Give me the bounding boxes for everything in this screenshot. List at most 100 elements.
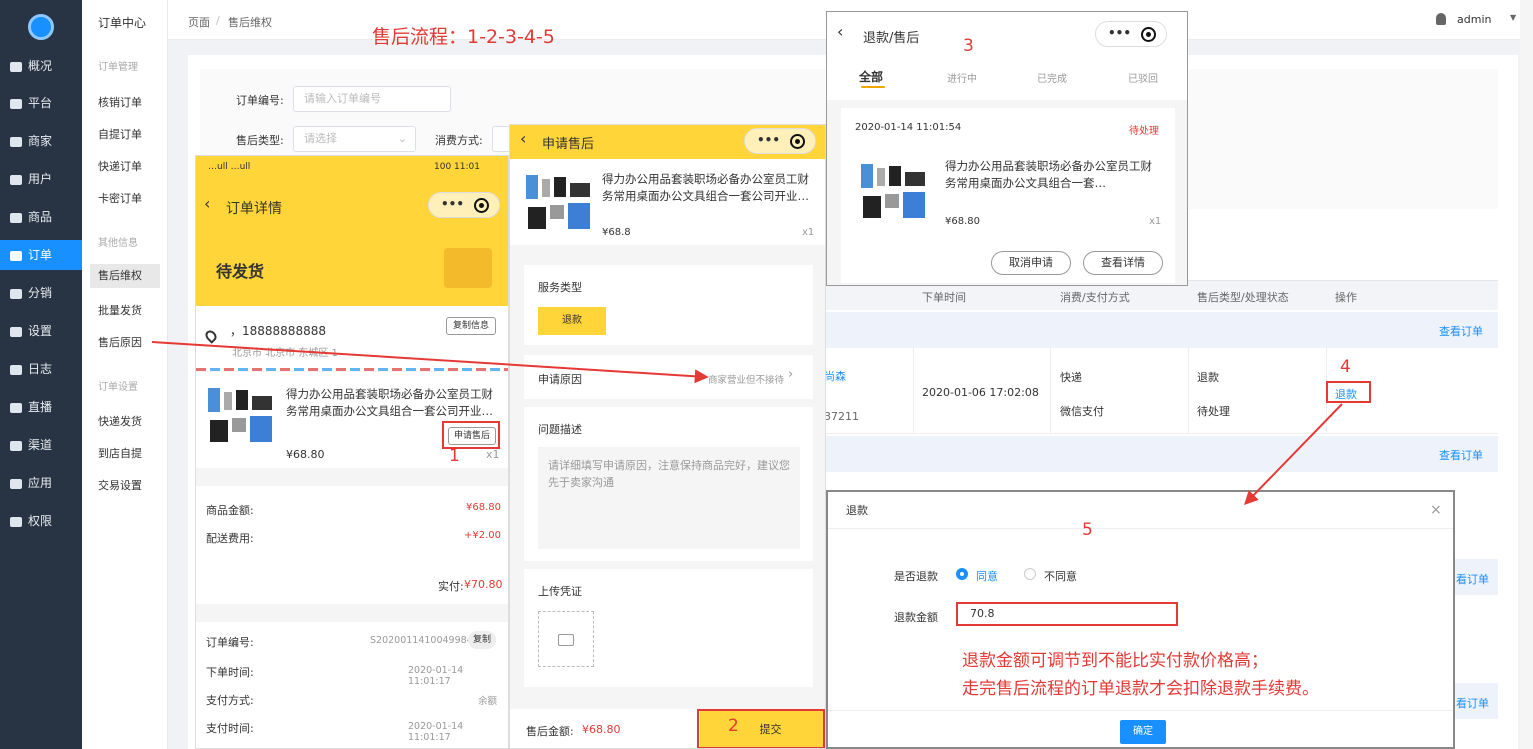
product-price: ¥68.80 bbox=[286, 448, 325, 461]
reason-value: 商家营业但不接待 bbox=[708, 375, 785, 386]
subnav-item[interactable]: 交易设置 bbox=[98, 477, 142, 493]
sidebar-item-platform[interactable]: 平台 bbox=[0, 88, 82, 118]
sidebar-item-goods[interactable]: 商品 bbox=[0, 202, 82, 232]
upload-image-box[interactable] bbox=[538, 611, 594, 667]
sidebar-item-channel[interactable]: 渠道 bbox=[0, 430, 82, 460]
radio-disagree-icon[interactable] bbox=[1024, 568, 1036, 580]
tab-ongoing[interactable]: 进行中 bbox=[947, 70, 977, 85]
back-icon[interactable]: ‹ bbox=[520, 129, 526, 148]
sidebar-item-settings[interactable]: 设置 bbox=[0, 316, 82, 346]
sidebar-item-distribution[interactable]: 分销 bbox=[0, 278, 82, 308]
confirm-button[interactable]: 确定 bbox=[1120, 720, 1166, 744]
radio-agree-icon[interactable] bbox=[956, 568, 968, 580]
dashboard-icon bbox=[10, 61, 22, 72]
user-name[interactable]: admin bbox=[1457, 13, 1491, 26]
total-label: 售后金额: bbox=[526, 725, 574, 738]
mini-program-capsule[interactable]: ••• bbox=[1095, 21, 1167, 47]
subnav-item-aftersale[interactable]: 售后维权 bbox=[90, 264, 160, 288]
sidebar-item-log[interactable]: 日志 bbox=[0, 354, 82, 384]
chevron-down-icon: ⌄ bbox=[397, 132, 407, 145]
subnav-item[interactable]: 卡密订单 bbox=[98, 190, 142, 206]
refund-amount-input[interactable]: 70.8 bbox=[956, 602, 1178, 626]
subnav-item-reason[interactable]: 售后原因 bbox=[98, 334, 142, 350]
copy-order-no-button[interactable]: 复制 bbox=[468, 631, 497, 649]
breadcrumb-sep: / bbox=[216, 14, 220, 27]
tab-rejected[interactable]: 已驳回 bbox=[1128, 70, 1158, 85]
service-type-label: 服务类型 bbox=[538, 281, 582, 294]
breadcrumb-home[interactable]: 页面 bbox=[188, 14, 210, 30]
tab-completed[interactable]: 已完成 bbox=[1037, 70, 1067, 85]
order-no: S20200114100499​84 bbox=[370, 635, 473, 646]
product-price: ¥68.8 bbox=[602, 227, 631, 238]
close-circle-icon[interactable] bbox=[1141, 27, 1156, 42]
back-icon[interactable]: ‹ bbox=[204, 194, 210, 213]
sidebar-item-apps[interactable]: 应用 bbox=[0, 468, 82, 498]
product-thumbnail bbox=[206, 386, 278, 446]
close-icon[interactable]: × bbox=[1430, 502, 1442, 518]
order-no-input[interactable]: 请输入订单编号 bbox=[293, 86, 451, 112]
radio-agree-label[interactable]: 同意 bbox=[976, 568, 998, 584]
note-line1: 退款金额可调节到不能比实付款价格高； bbox=[962, 651, 1268, 671]
view-order-link[interactable]: 看订单 bbox=[1456, 695, 1489, 711]
tab-indicator bbox=[861, 86, 885, 88]
th-action: 操作 bbox=[1335, 291, 1357, 304]
back-icon[interactable]: ‹ bbox=[837, 22, 843, 41]
dialog-divider bbox=[828, 528, 1453, 529]
product-qty: x1 bbox=[1149, 216, 1162, 227]
mini-program-capsule[interactable]: ••• bbox=[428, 192, 500, 218]
cancel-apply-button[interactable]: 取消申请 bbox=[991, 251, 1071, 275]
copy-info-button[interactable]: 复制信息 bbox=[446, 317, 497, 335]
more-icon[interactable]: ••• bbox=[1108, 26, 1131, 40]
subnav-item[interactable]: 快递订单 bbox=[98, 158, 142, 174]
pay-type: 微信支付 bbox=[1060, 405, 1104, 418]
aftersale-status: 待处理 bbox=[1197, 405, 1230, 418]
close-circle-icon[interactable] bbox=[790, 134, 805, 149]
subnav-item[interactable]: 核销订单 bbox=[98, 94, 142, 110]
service-type-refund-button[interactable]: 退款 bbox=[538, 307, 606, 335]
mini-program-capsule[interactable]: ••• bbox=[744, 128, 816, 154]
sidebar-item-user[interactable]: 用户 bbox=[0, 164, 82, 194]
highlight-box bbox=[697, 709, 825, 748]
order-no-label: 订单编号: bbox=[206, 636, 254, 649]
contact-phone: ，18888888888 bbox=[230, 324, 326, 338]
apply-aftersale-screen: ‹ 申请售后 ••• 得力办公用品套装职场必备办公室员工财务常用桌面办公文具组合… bbox=[509, 124, 826, 749]
sidebar-item-live[interactable]: 直播 bbox=[0, 392, 82, 422]
buyer-name-link[interactable]: 尚森 bbox=[824, 368, 846, 384]
subnav-item[interactable]: 到店自提 bbox=[98, 445, 142, 461]
subnav-item[interactable]: 快递发货 bbox=[98, 413, 142, 429]
sidebar-item-merchant[interactable]: 商家 bbox=[0, 126, 82, 156]
subnav-item[interactable]: 批量发货 bbox=[98, 302, 142, 318]
description-textarea[interactable]: 请详细填写申请原因，注意保持商品完好，建议您先于卖家沟通 bbox=[538, 447, 800, 549]
paid-amount: ¥70.80 bbox=[464, 578, 503, 591]
scrollbar[interactable] bbox=[1520, 0, 1533, 749]
view-detail-button[interactable]: 查看详情 bbox=[1083, 251, 1163, 275]
chevron-right-icon: › bbox=[788, 367, 794, 382]
pay-method-label: 支付方式: bbox=[206, 694, 254, 707]
chevron-down-icon[interactable]: ▼ bbox=[1510, 13, 1516, 22]
view-order-link[interactable]: 查看订单 bbox=[1439, 447, 1483, 463]
order-detail-screen: …ull …ull 100 11:01 ‹ 订单详情 ••• 待发货 ，1888… bbox=[195, 155, 509, 749]
total-amount: ¥68.80 bbox=[582, 723, 621, 736]
refund-time: 2020-01-14 11:01:54 bbox=[855, 122, 962, 133]
product-qty: x1 bbox=[486, 448, 500, 461]
subnav-item[interactable]: 自提订单 bbox=[98, 126, 142, 142]
col-divider bbox=[1188, 348, 1189, 434]
col-divider bbox=[1050, 348, 1051, 434]
app-logo-icon bbox=[28, 14, 54, 40]
more-icon[interactable]: ••• bbox=[441, 197, 464, 211]
radio-disagree-label[interactable]: 不同意 bbox=[1044, 568, 1077, 584]
type-label: 售后类型: bbox=[236, 134, 284, 147]
page-title: 申请售后 bbox=[542, 137, 595, 152]
more-icon[interactable]: ••• bbox=[757, 133, 780, 147]
sidebar-item-order[interactable]: 订单 bbox=[0, 240, 82, 270]
sidebar-item-permission[interactable]: 权限 bbox=[0, 506, 82, 536]
sidebar-item-overview[interactable]: 概况 bbox=[0, 51, 82, 81]
view-order-link[interactable]: 查看订单 bbox=[1439, 323, 1483, 339]
step-number: 1 bbox=[449, 446, 460, 466]
view-order-link[interactable]: 看订单 bbox=[1456, 571, 1489, 587]
tab-all[interactable]: 全部 bbox=[859, 68, 883, 85]
type-select[interactable]: 请选择 ⌄ bbox=[293, 126, 416, 152]
goods-icon bbox=[10, 212, 22, 223]
ship-fee: +¥2.00 bbox=[464, 530, 502, 541]
close-circle-icon[interactable] bbox=[474, 198, 489, 213]
